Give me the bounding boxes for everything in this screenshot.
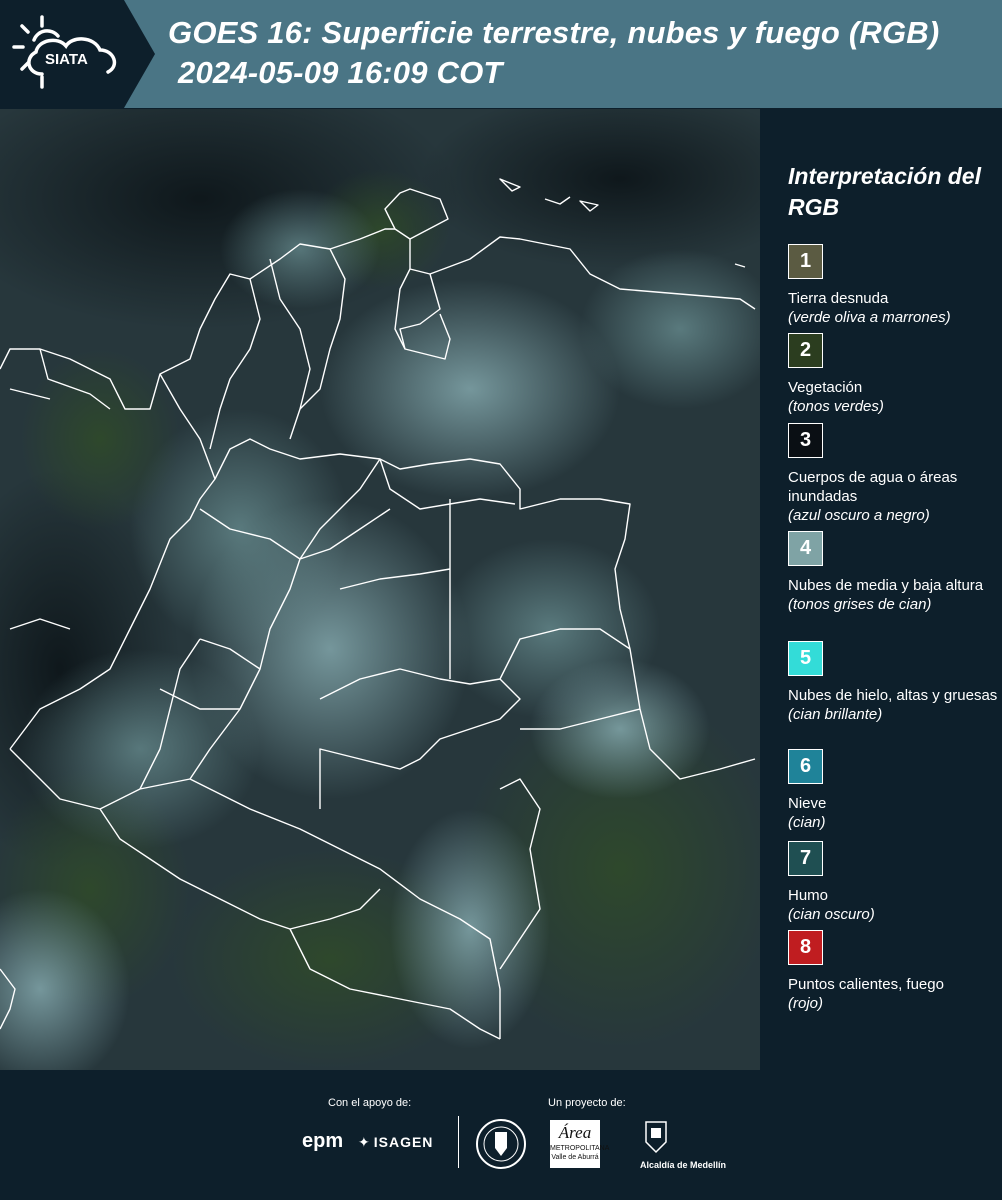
legend-item-ice-clouds: 5 Nubes de hielo, altas y gruesas (cian …	[788, 641, 998, 724]
legend-item-bare-soil: 1 Tierra desnuda (verde oliva a marrones…	[788, 244, 998, 327]
area-metropolitana-logo: Área METROPOLITANA Valle de Aburrá	[550, 1120, 610, 1168]
legend-item-label: Nieve	[788, 795, 827, 812]
legend-item-smoke: 7 Humo (cian oscuro)	[788, 841, 998, 924]
legend-item-vegetation: 2 Vegetación (tonos verdes)	[788, 333, 998, 416]
legend-item-low-clouds: 4 Nubes de media y baja altura (tonos gr…	[788, 531, 998, 614]
legend-item-snow: 6 Nieve (cian)	[788, 749, 998, 832]
legend-swatch: 8	[788, 930, 823, 965]
legend-item-fire: 8 Puntos calientes, fuego (rojo)	[788, 930, 998, 1013]
rgb-satellite-image	[0, 109, 760, 1070]
legend-swatch: 3	[788, 423, 823, 458]
page-title: GOES 16: Superficie terrestre, nubes y f…	[168, 15, 940, 50]
legend-item-desc: (tonos grises de cian)	[788, 596, 932, 613]
legend-item-desc: (cian)	[788, 814, 826, 831]
footer-divider	[458, 1116, 459, 1168]
siata-logo: SIATA	[12, 15, 117, 89]
epm-logo: epm	[302, 1130, 344, 1152]
satellite-map[interactable]	[0, 109, 760, 1070]
legend-item-label: Vegetación	[788, 379, 863, 396]
legend-panel: Interpretación del RGB 1 Tierra desnuda …	[760, 109, 1002, 1070]
legend-swatch: 5	[788, 641, 823, 676]
legend-item-label: Nubes de hielo, altas y gruesas	[788, 687, 998, 704]
legend-item-desc: (verde oliva a marrones)	[788, 309, 951, 326]
page-timestamp: 2024-05-09 16:09 COT	[178, 55, 503, 90]
legend-swatch: 1	[788, 244, 823, 279]
legend-swatch: 2	[788, 333, 823, 368]
legend-item-label: Tierra desnuda	[788, 290, 889, 307]
isagen-mark-icon: ✦	[358, 1134, 371, 1150]
project-label: Un proyecto de:	[548, 1097, 626, 1109]
support-label: Con el apoyo de:	[328, 1097, 412, 1109]
legend-title: Interpretación del RGB	[788, 163, 981, 220]
alcaldia-shield-icon	[645, 1121, 667, 1154]
legend-item-desc: (azul oscuro a negro)	[788, 507, 930, 524]
university-seal-icon	[476, 1119, 526, 1169]
legend-item-label: Nubes de media y baja altura	[788, 577, 984, 594]
area-logo-sub: METROPOLITANA	[550, 1145, 610, 1152]
isagen-logo: ✦ ISAGEN	[358, 1134, 433, 1151]
siata-logo-block: SIATA	[0, 0, 155, 108]
alcaldia-label: Alcaldía de Medellín	[640, 1160, 727, 1170]
legend-item-desc: (cian oscuro)	[788, 906, 875, 923]
legend-item-water: 3 Cuerpos de agua o áreas inundadas (azu…	[788, 423, 998, 525]
legend-item-label: Humo	[788, 887, 829, 904]
svg-text:SIATA: SIATA	[45, 51, 88, 68]
legend-swatch: 4	[788, 531, 823, 566]
footer: Con el apoyo de: Un proyecto de: epm ✦ IS…	[0, 1070, 1002, 1200]
area-logo-text: Área	[558, 1123, 592, 1142]
legend-item-desc: (rojo)	[788, 995, 824, 1012]
legend-swatch: 7	[788, 841, 823, 876]
area-logo-sub2: Valle de Aburrá	[551, 1154, 599, 1161]
legend-item-label: Cuerpos de agua o áreas inundadas	[788, 469, 958, 505]
isagen-text: ISAGEN	[373, 1134, 434, 1150]
legend-item-desc: (tonos verdes)	[788, 398, 884, 415]
legend-item-desc: (cian brillante)	[788, 706, 883, 723]
legend-swatch: 6	[788, 749, 823, 784]
header-bar: SIATA GOES 16: Superficie terrestre, nub…	[0, 0, 1002, 108]
legend-item-label: Puntos calientes, fuego	[788, 976, 944, 993]
